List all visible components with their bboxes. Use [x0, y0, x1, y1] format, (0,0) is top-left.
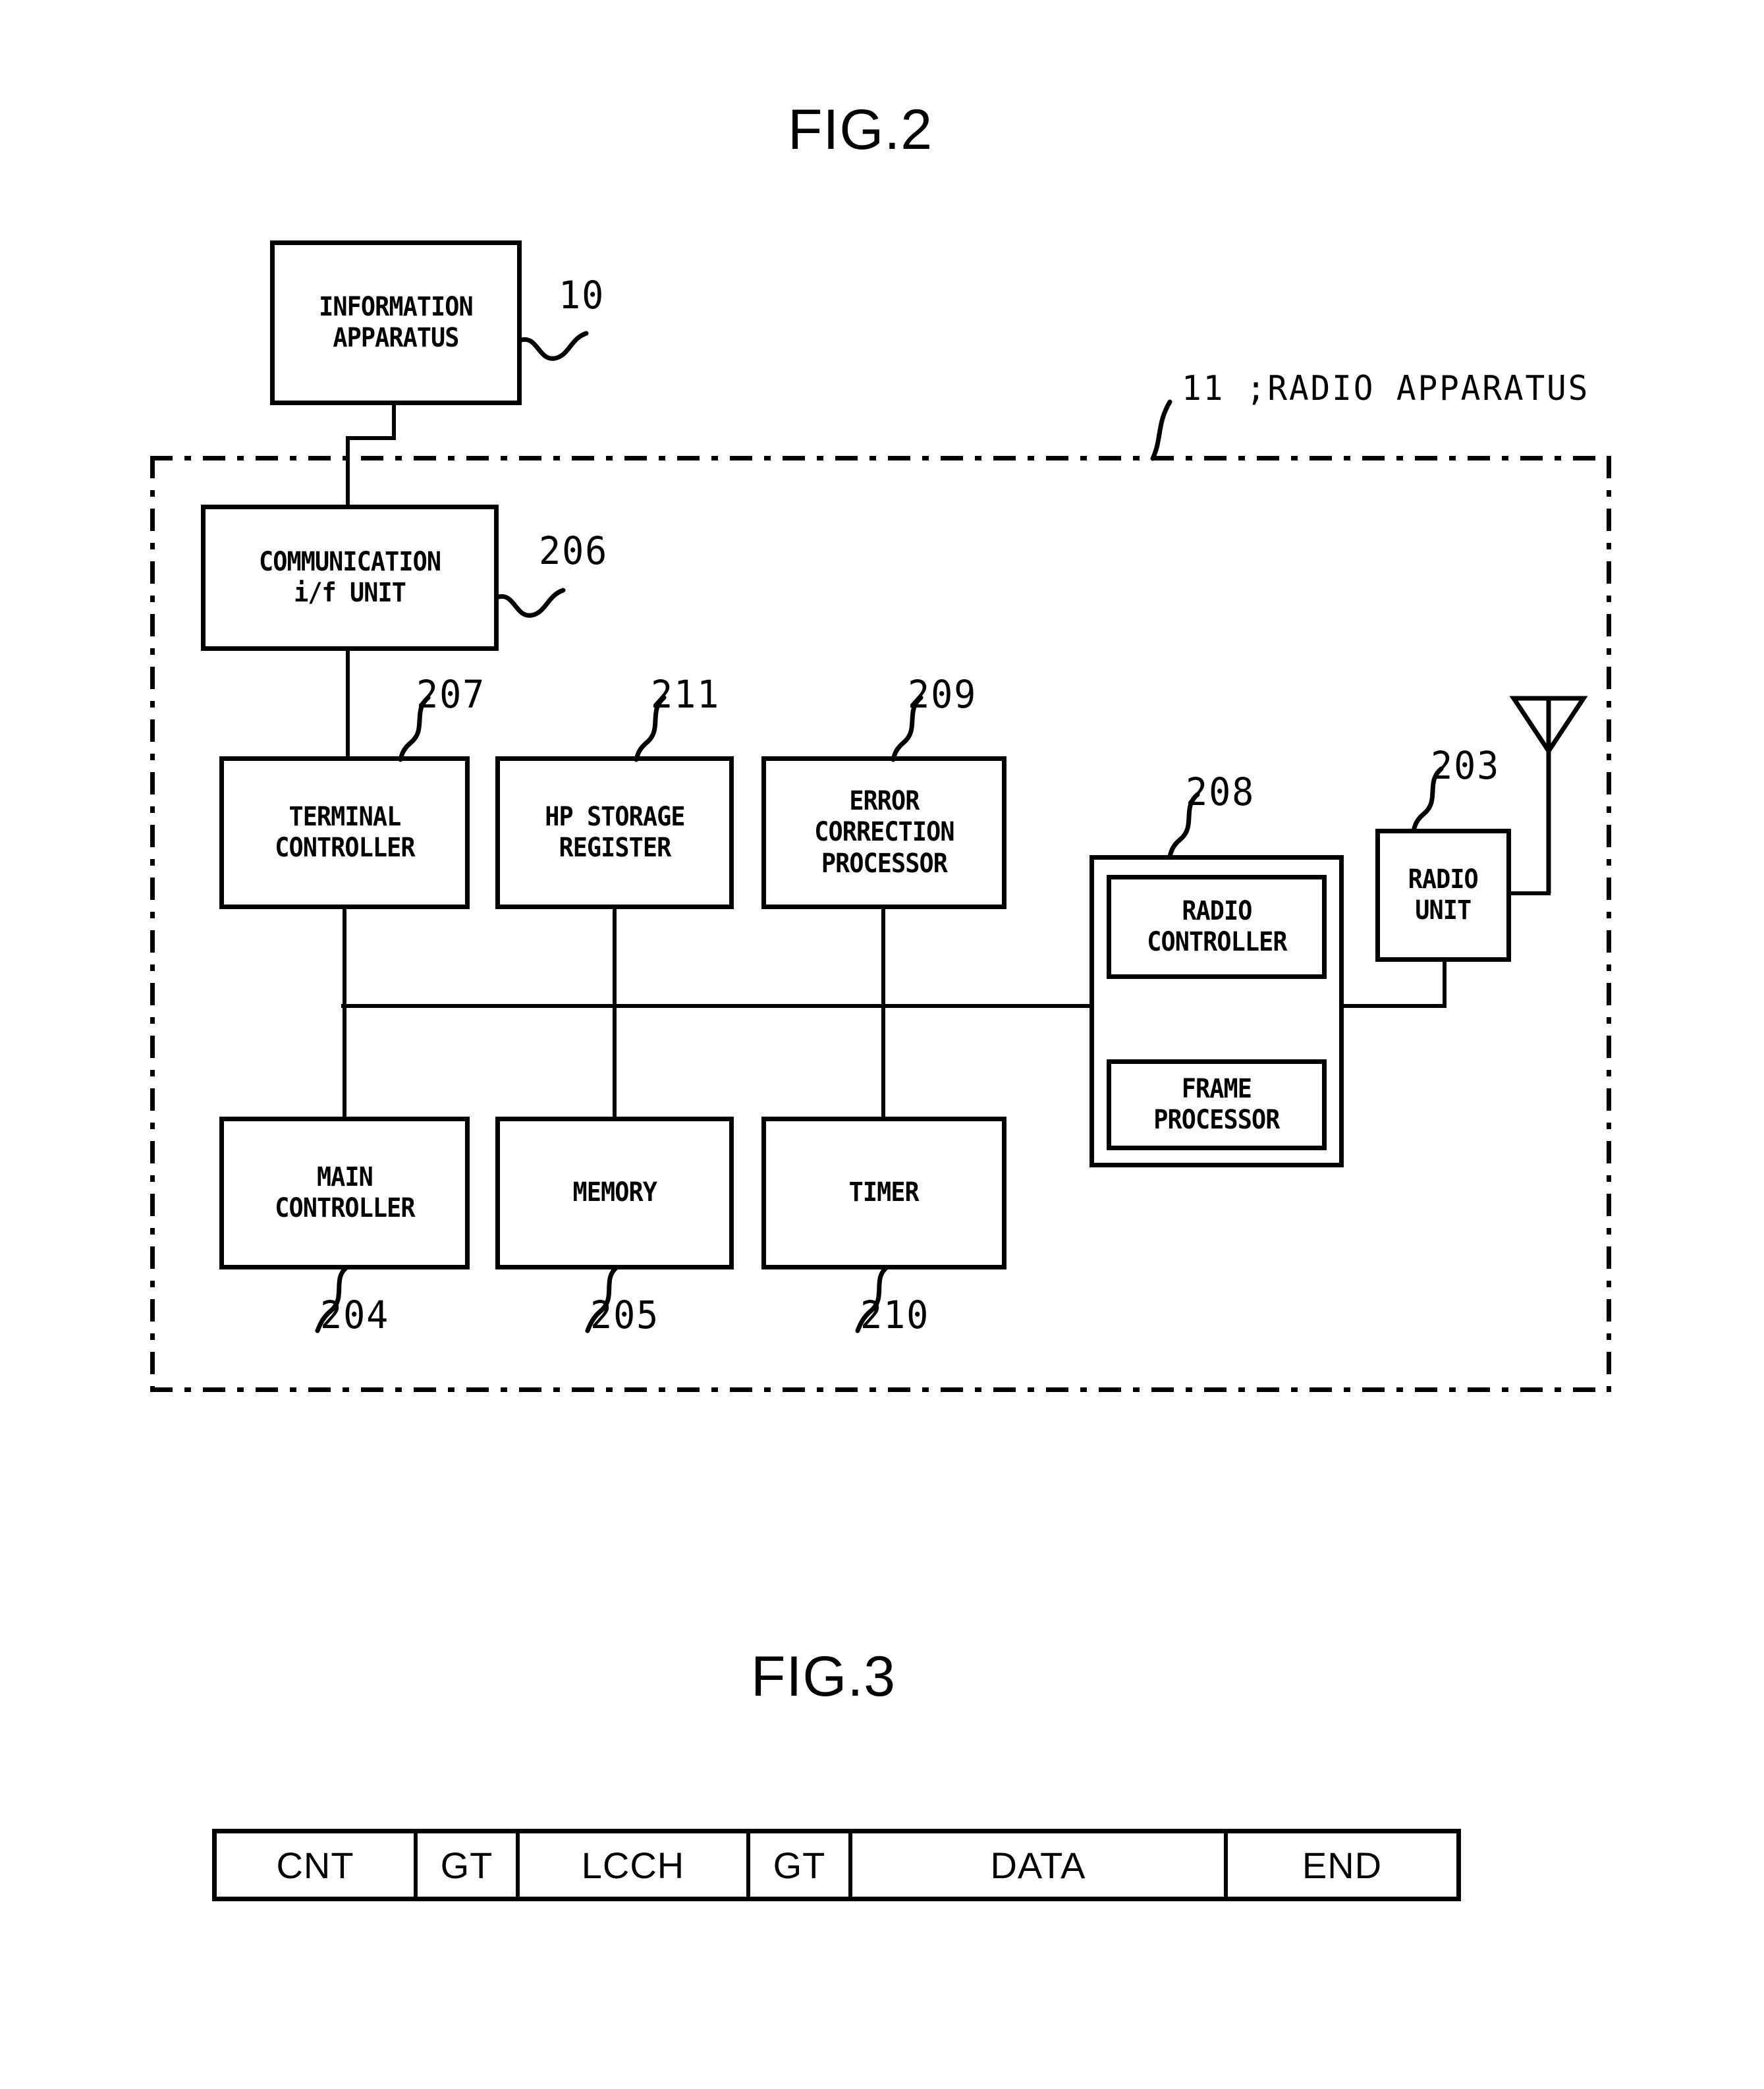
ref-204: 204 [320, 1293, 390, 1337]
radio-apparatus-border-right [1607, 456, 1611, 1392]
communication-if-unit-label: COMMUNICATION i/f UNIT [258, 546, 441, 608]
connector-terminal-to-bus [343, 908, 346, 1119]
connector-ecp-to-bus [881, 908, 885, 1119]
radio-apparatus-caption: 11 ;RADIO APPARATUS [1182, 369, 1590, 408]
connector-info-to-if-seg3 [346, 436, 350, 507]
internal-bus-line [341, 1004, 1092, 1008]
frame-field-cnt: CNT [217, 1833, 418, 1897]
connector-info-to-if-seg2 [346, 436, 396, 440]
radio-apparatus-border-top [150, 456, 1611, 460]
connector-radiogroup-to-radiounit-h [1341, 1004, 1447, 1008]
ref-210: 210 [860, 1293, 930, 1337]
memory-block: MEMORY [495, 1117, 734, 1269]
ref-207: 207 [416, 672, 486, 717]
ref-10: 10 [559, 273, 605, 318]
frame-field-gt-2: GT [750, 1833, 852, 1897]
frame-field-lcch: LCCH [520, 1833, 750, 1897]
frame-field-gt-1: GT [418, 1833, 520, 1897]
communication-if-unit-block: COMMUNICATION i/f UNIT [201, 505, 499, 651]
connector-if-to-terminal [346, 650, 350, 758]
leader-206 [496, 588, 566, 618]
error-correction-processor-label: ERROR CORRECTION PROCESSOR [813, 786, 954, 879]
radio-apparatus-border-bottom [150, 1387, 1611, 1392]
ref-209: 209 [908, 672, 978, 717]
terminal-controller-block: TERMINAL CONTROLLER [219, 756, 470, 909]
connector-radiogroup-to-radiounit-v [1443, 959, 1447, 1007]
radio-unit-block: RADIO UNIT [1375, 829, 1511, 962]
hp-storage-register-label: HP STORAGE REGISTER [544, 801, 685, 863]
leader-10 [519, 331, 589, 361]
radio-controller-block: RADIO CONTROLLER [1107, 875, 1327, 979]
frame-processor-block: FRAME PROCESSOR [1107, 1059, 1327, 1150]
error-correction-processor-block: ERROR CORRECTION PROCESSOR [761, 756, 1006, 909]
hp-storage-register-block: HP STORAGE REGISTER [495, 756, 734, 909]
ref-203: 203 [1431, 743, 1501, 788]
memory-label: MEMORY [572, 1177, 657, 1208]
radio-unit-label: RADIO UNIT [1408, 864, 1479, 926]
information-apparatus-block: INFORMATION APPARATUS [270, 240, 522, 405]
radio-apparatus-border-left [150, 456, 155, 1392]
antenna-icon [1509, 696, 1588, 893]
timer-block: TIMER [761, 1117, 1006, 1269]
radio-controller-label: RADIO CONTROLLER [1146, 895, 1287, 957]
timer-label: TIMER [848, 1177, 920, 1208]
fig3-title: FIG.3 [751, 1645, 896, 1708]
main-controller-block: MAIN CONTROLLER [219, 1117, 470, 1269]
connector-info-to-if-seg1 [392, 404, 396, 440]
main-controller-label: MAIN CONTROLLER [274, 1161, 415, 1223]
terminal-controller-label: TERMINAL CONTROLLER [274, 801, 415, 863]
frame-field-end: END [1302, 1844, 1383, 1886]
frame-structure-table: CNT GT LCCH GT DATA END [212, 1829, 1461, 1901]
ref-205: 205 [590, 1293, 660, 1337]
information-apparatus-label: INFORMATION APPARATUS [319, 291, 474, 353]
frame-processor-label: FRAME PROCESSOR [1153, 1073, 1280, 1135]
fig2-title: FIG.2 [788, 98, 933, 161]
connector-hp-to-bus [613, 908, 617, 1119]
patent-figure-page: FIG.2 INFORMATION APPARATUS 10 11 ;RADIO… [0, 0, 1764, 2089]
ref-211: 211 [651, 672, 721, 717]
connector-radiounit-to-antenna [1511, 891, 1551, 895]
ref-208: 208 [1186, 769, 1255, 814]
frame-field-data: DATA [852, 1833, 1228, 1897]
ref-206: 206 [539, 528, 609, 573]
